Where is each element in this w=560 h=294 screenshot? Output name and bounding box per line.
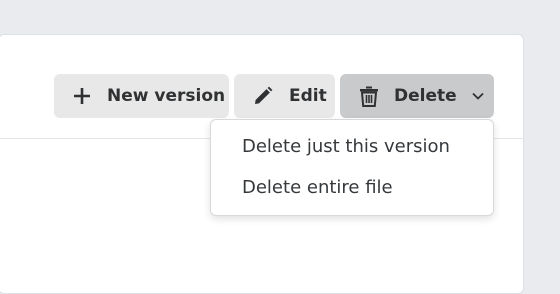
trash-icon [358, 85, 380, 107]
new-version-label: New version [107, 86, 226, 106]
chevron-down-icon [471, 89, 485, 103]
pencil-icon [252, 85, 274, 107]
menu-item-delete-version[interactable]: Delete just this version [242, 136, 450, 157]
new-version-button[interactable]: New version [54, 74, 229, 118]
delete-label: Delete [394, 86, 457, 106]
edit-button[interactable]: Edit [234, 74, 335, 118]
delete-menu: Delete just this version Delete entire f… [210, 119, 494, 216]
menu-item-delete-file[interactable]: Delete entire file [242, 177, 393, 198]
edit-label: Edit [289, 86, 327, 106]
delete-dropdown-button[interactable]: Delete [340, 74, 494, 118]
plus-icon [71, 85, 93, 107]
